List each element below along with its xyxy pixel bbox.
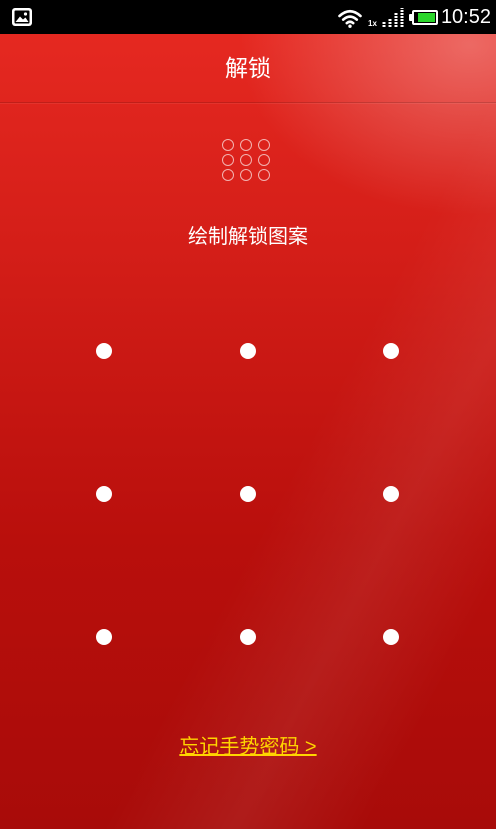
pattern-dot <box>239 629 256 645</box>
preview-circle <box>222 169 234 181</box>
pattern-dot-2[interactable] <box>218 321 278 381</box>
clock: 10:52 <box>440 6 491 28</box>
preview-circle <box>240 139 252 151</box>
pattern-dot <box>239 486 256 502</box>
instruction-text: 绘制解锁图案 <box>188 226 308 248</box>
preview-circle <box>240 169 252 181</box>
pattern-dot <box>383 629 399 645</box>
header: 解锁 <box>0 34 496 102</box>
header-divider <box>0 102 496 103</box>
gallery-icon <box>12 8 32 26</box>
pattern-dot-8[interactable] <box>218 607 278 667</box>
preview-circle <box>258 154 270 166</box>
pattern-dot-9[interactable] <box>361 607 421 667</box>
preview-circle <box>222 154 234 166</box>
pattern-dot <box>383 343 399 359</box>
pattern-grid[interactable] <box>74 321 421 667</box>
unlock-screen: 1x 10:52 解锁 绘制解锁图案 忘记手势密码 > <box>0 0 496 829</box>
pattern-dot-7[interactable] <box>74 607 134 667</box>
pattern-dot-5[interactable] <box>218 464 278 524</box>
battery-body <box>412 10 438 25</box>
page-title: 解锁 <box>225 55 271 81</box>
forgot-pattern-link[interactable]: 忘记手势密码 > <box>179 736 316 758</box>
pattern-dot <box>383 486 399 502</box>
battery-fill <box>418 13 435 22</box>
pattern-dot <box>96 486 112 502</box>
battery-icon <box>409 10 438 25</box>
wifi-icon <box>338 9 362 28</box>
preview-circle <box>258 169 270 181</box>
forgot-pattern-row: 忘记手势密码 > <box>0 734 496 760</box>
pattern-dot-6[interactable] <box>361 464 421 524</box>
pattern-dot-4[interactable] <box>74 464 134 524</box>
pattern-dot <box>96 629 112 645</box>
pattern-dot-1[interactable] <box>74 321 134 381</box>
signal-icon <box>382 8 404 27</box>
preview-circle <box>222 139 234 151</box>
preview-circle <box>240 154 252 166</box>
pattern-dot <box>96 343 112 359</box>
preview-circle <box>258 139 270 151</box>
status-bar: 1x 10:52 <box>0 0 496 34</box>
pattern-preview <box>222 139 270 181</box>
pattern-dot-3[interactable] <box>361 321 421 381</box>
pattern-dot <box>239 343 256 359</box>
network-type-label: 1x <box>368 19 377 28</box>
